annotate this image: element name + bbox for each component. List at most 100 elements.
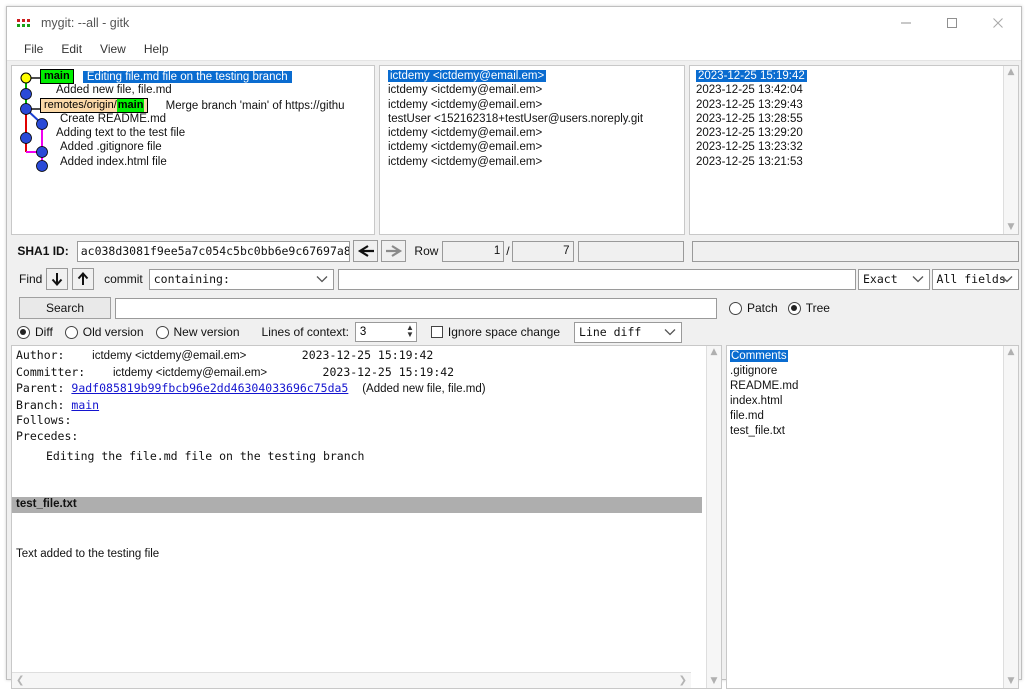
date-pane[interactable]: 2023-12-25 15:19:42 2023-12-25 13:42:04 …: [689, 65, 1019, 235]
ref-tag-remote-main[interactable]: remotes/origin/main: [40, 98, 148, 113]
tree-item-index-html[interactable]: index.html: [730, 394, 1003, 409]
view-tree-radio[interactable]: Tree: [788, 301, 830, 315]
row-extra-field[interactable]: [578, 241, 684, 262]
detail-area: Author: ictdemy <ictdemy@email.em> 2023-…: [11, 345, 1019, 689]
minimize-button[interactable]: [883, 7, 929, 38]
old-version-radio[interactable]: Old version: [65, 325, 144, 339]
scroll-down-icon[interactable]: ▼: [1008, 677, 1015, 686]
diff-vertical-scrollbar[interactable]: ▲ ▼: [706, 346, 721, 688]
search-button[interactable]: Search: [19, 297, 111, 319]
date-value: 2023-12-25 13:29:20: [696, 127, 803, 139]
author-row: ictdemy <ictdemy@email.em>: [388, 126, 684, 140]
scroll-up-icon[interactable]: ▲: [1008, 348, 1015, 357]
tree-item-file-md[interactable]: file.md: [730, 409, 1003, 424]
search-input[interactable]: [115, 298, 717, 319]
close-button[interactable]: [975, 7, 1021, 38]
author-row: ictdemy <ictdemy@email.em>: [388, 83, 684, 97]
commit-row[interactable]: Added index.html file: [12, 155, 374, 169]
commit-message: Added new file, file.md: [56, 84, 172, 96]
committer-label: Committer:: [16, 365, 85, 379]
scroll-down-icon[interactable]: ▼: [1008, 223, 1015, 232]
search-row: Search Patch Tree: [11, 295, 1019, 321]
radio-circle: [729, 302, 742, 315]
commit-message: Merge branch 'main' of https://githu: [166, 100, 345, 112]
commit-row[interactable]: Adding text to the test file: [12, 126, 374, 140]
diff-body: test_file.txt Text added to the testing …: [12, 464, 706, 594]
commit-row[interactable]: Create README.md: [12, 112, 374, 126]
commit-list-scrollbar[interactable]: ▲ ▼: [1003, 66, 1018, 234]
diff-label: Diff: [35, 325, 53, 339]
menu-view[interactable]: View: [91, 40, 135, 58]
prev-commit-button[interactable]: [353, 240, 378, 262]
find-field-scope-select[interactable]: All fields: [932, 269, 1019, 290]
detail-author-date: 2023-12-25 15:19:42: [302, 348, 434, 362]
find-down-button[interactable]: [46, 268, 68, 290]
commit-message: Editing file.md file on the testing bran…: [83, 71, 292, 83]
branch-link[interactable]: main: [71, 398, 99, 412]
menu-file[interactable]: File: [15, 40, 52, 58]
menu-edit[interactable]: Edit: [52, 40, 91, 58]
find-match-mode-select[interactable]: Exact: [858, 269, 930, 290]
date-value: 2023-12-25 13:23:32: [696, 141, 803, 153]
diff-radio[interactable]: Diff: [17, 325, 53, 339]
commit-row[interactable]: Added .gitignore file: [12, 140, 374, 154]
author-row: ictdemy <ictdemy@email.em>: [388, 140, 684, 154]
commit-detail-pane[interactable]: Author: ictdemy <ictdemy@email.em> 2023-…: [11, 345, 722, 689]
row-separator: /: [506, 244, 509, 258]
scroll-down-icon[interactable]: ▼: [711, 677, 718, 686]
scroll-left-icon[interactable]: ❮: [16, 675, 24, 686]
ref-tag-main[interactable]: main: [40, 69, 74, 84]
date-row: 2023-12-25 13:21:53: [696, 155, 1003, 169]
parent-sha-link[interactable]: 9adf085819b99fbcb96e2dd46304033696c75da5: [71, 381, 348, 395]
sha1-input[interactable]: ac038d3081f9ee5a7c054c5bc0bb6e9c67697a8f: [77, 241, 351, 262]
title-bar: mygit: --all - gitk: [7, 7, 1021, 38]
commit-row[interactable]: remotes/origin/main Merge branch 'main' …: [12, 98, 374, 112]
find-query-input[interactable]: [338, 269, 857, 290]
new-version-radio[interactable]: New version: [156, 325, 240, 339]
ignore-space-change-checkbox[interactable]: Ignore space change: [431, 325, 560, 339]
commit-graph-pane[interactable]: main Editing file.md file on the testing…: [11, 65, 375, 235]
find-up-button[interactable]: [72, 268, 94, 290]
lines-of-context-stepper[interactable]: 3 ▲▼: [355, 322, 417, 342]
diff-line: Text added to the testing file: [16, 544, 706, 563]
file-tree-pane[interactable]: Comments .gitignore README.md index.html…: [726, 345, 1019, 689]
date-row: 2023-12-25 13:28:55: [696, 112, 1003, 126]
find-mode-select[interactable]: containing:: [149, 269, 334, 290]
scroll-up-icon[interactable]: ▲: [1008, 68, 1015, 77]
next-commit-button[interactable]: [381, 240, 406, 262]
precedes-label: Precedes:: [16, 429, 78, 443]
commit-row[interactable]: main Editing file.md file on the testing…: [12, 69, 374, 83]
ref-remote-branch: main: [117, 99, 145, 112]
author-value: testUser <152162318+testUser@users.norep…: [388, 113, 643, 125]
checkbox-box: [431, 326, 443, 338]
commit-row[interactable]: Added new file, file.md: [12, 83, 374, 97]
diff-style-select[interactable]: Line diff: [574, 322, 682, 343]
tree-vertical-scrollbar[interactable]: ▲ ▼: [1003, 346, 1018, 688]
menu-help[interactable]: Help: [135, 40, 178, 58]
tree-item-readme[interactable]: README.md: [730, 379, 1003, 394]
file-tree-list[interactable]: Comments .gitignore README.md index.html…: [727, 346, 1003, 688]
stepper-arrows-icon[interactable]: ▲▼: [406, 324, 414, 338]
row-current-input[interactable]: 1: [442, 241, 504, 262]
maximize-button[interactable]: [929, 7, 975, 38]
tree-item-test-file[interactable]: test_file.txt: [730, 424, 1003, 439]
scroll-right-icon[interactable]: ❯: [679, 675, 687, 686]
commit-message: Adding text to the test file: [56, 127, 185, 139]
tree-item-label: index.html: [730, 395, 782, 407]
date-row: 2023-12-25 15:19:42: [696, 69, 1003, 83]
scroll-up-icon[interactable]: ▲: [711, 348, 718, 357]
tree-item-comments[interactable]: Comments: [730, 349, 1003, 364]
commit-message-list[interactable]: main Editing file.md file on the testing…: [12, 66, 374, 169]
find-match-mode-value: Exact: [863, 272, 898, 286]
chevron-down-icon: [664, 325, 676, 339]
tree-item-gitignore[interactable]: .gitignore: [730, 364, 1003, 379]
chevron-down-icon: [1001, 272, 1013, 286]
view-patch-radio[interactable]: Patch: [729, 301, 778, 315]
date-value: 2023-12-25 15:19:42: [696, 70, 807, 82]
menu-bar: File Edit View Help: [7, 38, 1021, 61]
sha1-label: SHA1 ID:: [11, 244, 77, 258]
chevron-down-icon: [316, 272, 328, 286]
find-label: Find: [19, 272, 42, 286]
detail-author-value: ictdemy <ictdemy@email.em>: [92, 350, 246, 362]
author-pane[interactable]: ictdemy <ictdemy@email.em> ictdemy <ictd…: [379, 65, 685, 235]
